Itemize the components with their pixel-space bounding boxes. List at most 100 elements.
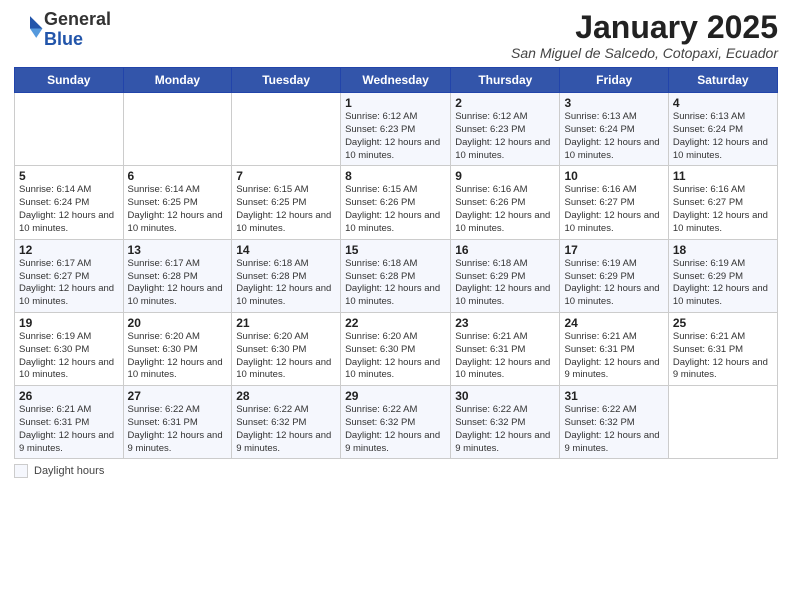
calendar-cell: 29Sunrise: 6:22 AM Sunset: 6:32 PM Dayli… [341,386,451,459]
day-number: 24 [564,316,663,330]
day-info: Sunrise: 6:21 AM Sunset: 6:31 PM Dayligh… [455,331,555,382]
legend-label: Daylight hours [34,465,104,477]
calendar-day-header: Wednesday [341,68,451,93]
logo-general: General [44,9,111,29]
calendar-day-header: Monday [123,68,232,93]
calendar-cell: 30Sunrise: 6:22 AM Sunset: 6:32 PM Dayli… [451,386,560,459]
day-info: Sunrise: 6:18 AM Sunset: 6:29 PM Dayligh… [455,258,555,309]
calendar-cell: 23Sunrise: 6:21 AM Sunset: 6:31 PM Dayli… [451,312,560,385]
day-number: 9 [455,169,555,183]
day-info: Sunrise: 6:19 AM Sunset: 6:29 PM Dayligh… [673,258,773,309]
header: General Blue January 2025 San Miguel de … [14,10,778,61]
calendar-cell: 9Sunrise: 6:16 AM Sunset: 6:26 PM Daylig… [451,166,560,239]
day-number: 12 [19,243,119,257]
day-number: 21 [236,316,336,330]
calendar-header-row: SundayMondayTuesdayWednesdayThursdayFrid… [15,68,778,93]
day-info: Sunrise: 6:20 AM Sunset: 6:30 PM Dayligh… [236,331,336,382]
day-number: 13 [128,243,228,257]
day-info: Sunrise: 6:22 AM Sunset: 6:32 PM Dayligh… [345,404,446,455]
calendar-cell: 16Sunrise: 6:18 AM Sunset: 6:29 PM Dayli… [451,239,560,312]
calendar-cell: 24Sunrise: 6:21 AM Sunset: 6:31 PM Dayli… [560,312,668,385]
day-number: 10 [564,169,663,183]
calendar-cell: 31Sunrise: 6:22 AM Sunset: 6:32 PM Dayli… [560,386,668,459]
day-info: Sunrise: 6:20 AM Sunset: 6:30 PM Dayligh… [345,331,446,382]
calendar-cell: 20Sunrise: 6:20 AM Sunset: 6:30 PM Dayli… [123,312,232,385]
calendar-cell: 19Sunrise: 6:19 AM Sunset: 6:30 PM Dayli… [15,312,124,385]
calendar-cell: 22Sunrise: 6:20 AM Sunset: 6:30 PM Dayli… [341,312,451,385]
calendar-cell: 1Sunrise: 6:12 AM Sunset: 6:23 PM Daylig… [341,93,451,166]
calendar-day-header: Saturday [668,68,777,93]
day-number: 11 [673,169,773,183]
day-info: Sunrise: 6:13 AM Sunset: 6:24 PM Dayligh… [673,111,773,162]
day-info: Sunrise: 6:22 AM Sunset: 6:31 PM Dayligh… [128,404,228,455]
calendar-cell: 5Sunrise: 6:14 AM Sunset: 6:24 PM Daylig… [15,166,124,239]
calendar-cell: 14Sunrise: 6:18 AM Sunset: 6:28 PM Dayli… [232,239,341,312]
day-info: Sunrise: 6:22 AM Sunset: 6:32 PM Dayligh… [236,404,336,455]
page: General Blue January 2025 San Miguel de … [0,0,792,612]
day-info: Sunrise: 6:12 AM Sunset: 6:23 PM Dayligh… [455,111,555,162]
calendar-week-row: 26Sunrise: 6:21 AM Sunset: 6:31 PM Dayli… [15,386,778,459]
day-info: Sunrise: 6:16 AM Sunset: 6:27 PM Dayligh… [564,184,663,235]
day-info: Sunrise: 6:18 AM Sunset: 6:28 PM Dayligh… [345,258,446,309]
day-info: Sunrise: 6:17 AM Sunset: 6:28 PM Dayligh… [128,258,228,309]
calendar-cell: 26Sunrise: 6:21 AM Sunset: 6:31 PM Dayli… [15,386,124,459]
legend-box [14,464,28,478]
day-number: 31 [564,389,663,403]
day-number: 6 [128,169,228,183]
calendar-cell: 4Sunrise: 6:13 AM Sunset: 6:24 PM Daylig… [668,93,777,166]
calendar-cell: 18Sunrise: 6:19 AM Sunset: 6:29 PM Dayli… [668,239,777,312]
day-info: Sunrise: 6:18 AM Sunset: 6:28 PM Dayligh… [236,258,336,309]
day-number: 2 [455,96,555,110]
day-number: 3 [564,96,663,110]
month-title: January 2025 [511,10,778,45]
calendar-cell [668,386,777,459]
title-area: January 2025 San Miguel de Salcedo, Coto… [511,10,778,61]
calendar-cell: 11Sunrise: 6:16 AM Sunset: 6:27 PM Dayli… [668,166,777,239]
calendar-cell: 13Sunrise: 6:17 AM Sunset: 6:28 PM Dayli… [123,239,232,312]
day-number: 20 [128,316,228,330]
calendar-cell: 2Sunrise: 6:12 AM Sunset: 6:23 PM Daylig… [451,93,560,166]
calendar-week-row: 19Sunrise: 6:19 AM Sunset: 6:30 PM Dayli… [15,312,778,385]
day-info: Sunrise: 6:12 AM Sunset: 6:23 PM Dayligh… [345,111,446,162]
calendar-cell: 15Sunrise: 6:18 AM Sunset: 6:28 PM Dayli… [341,239,451,312]
calendar-cell: 3Sunrise: 6:13 AM Sunset: 6:24 PM Daylig… [560,93,668,166]
day-number: 5 [19,169,119,183]
day-number: 30 [455,389,555,403]
calendar-cell: 21Sunrise: 6:20 AM Sunset: 6:30 PM Dayli… [232,312,341,385]
day-number: 25 [673,316,773,330]
day-info: Sunrise: 6:19 AM Sunset: 6:30 PM Dayligh… [19,331,119,382]
logo-icon [16,13,44,41]
day-number: 16 [455,243,555,257]
day-number: 19 [19,316,119,330]
calendar-week-row: 1Sunrise: 6:12 AM Sunset: 6:23 PM Daylig… [15,93,778,166]
calendar-cell [15,93,124,166]
calendar-cell: 12Sunrise: 6:17 AM Sunset: 6:27 PM Dayli… [15,239,124,312]
day-number: 18 [673,243,773,257]
calendar-day-header: Sunday [15,68,124,93]
day-info: Sunrise: 6:21 AM Sunset: 6:31 PM Dayligh… [564,331,663,382]
logo-text: General Blue [44,10,111,50]
legend: Daylight hours [14,464,778,478]
day-number: 27 [128,389,228,403]
day-info: Sunrise: 6:14 AM Sunset: 6:25 PM Dayligh… [128,184,228,235]
day-number: 28 [236,389,336,403]
day-info: Sunrise: 6:14 AM Sunset: 6:24 PM Dayligh… [19,184,119,235]
day-info: Sunrise: 6:20 AM Sunset: 6:30 PM Dayligh… [128,331,228,382]
day-number: 4 [673,96,773,110]
day-number: 8 [345,169,446,183]
day-info: Sunrise: 6:21 AM Sunset: 6:31 PM Dayligh… [19,404,119,455]
day-info: Sunrise: 6:15 AM Sunset: 6:25 PM Dayligh… [236,184,336,235]
calendar-cell: 17Sunrise: 6:19 AM Sunset: 6:29 PM Dayli… [560,239,668,312]
day-info: Sunrise: 6:16 AM Sunset: 6:27 PM Dayligh… [673,184,773,235]
calendar-cell: 25Sunrise: 6:21 AM Sunset: 6:31 PM Dayli… [668,312,777,385]
location-subtitle: San Miguel de Salcedo, Cotopaxi, Ecuador [511,45,778,61]
calendar-cell [123,93,232,166]
day-info: Sunrise: 6:19 AM Sunset: 6:29 PM Dayligh… [564,258,663,309]
day-number: 7 [236,169,336,183]
day-number: 29 [345,389,446,403]
calendar-day-header: Tuesday [232,68,341,93]
calendar-table: SundayMondayTuesdayWednesdayThursdayFrid… [14,67,778,459]
day-number: 1 [345,96,446,110]
day-number: 22 [345,316,446,330]
calendar-week-row: 12Sunrise: 6:17 AM Sunset: 6:27 PM Dayli… [15,239,778,312]
